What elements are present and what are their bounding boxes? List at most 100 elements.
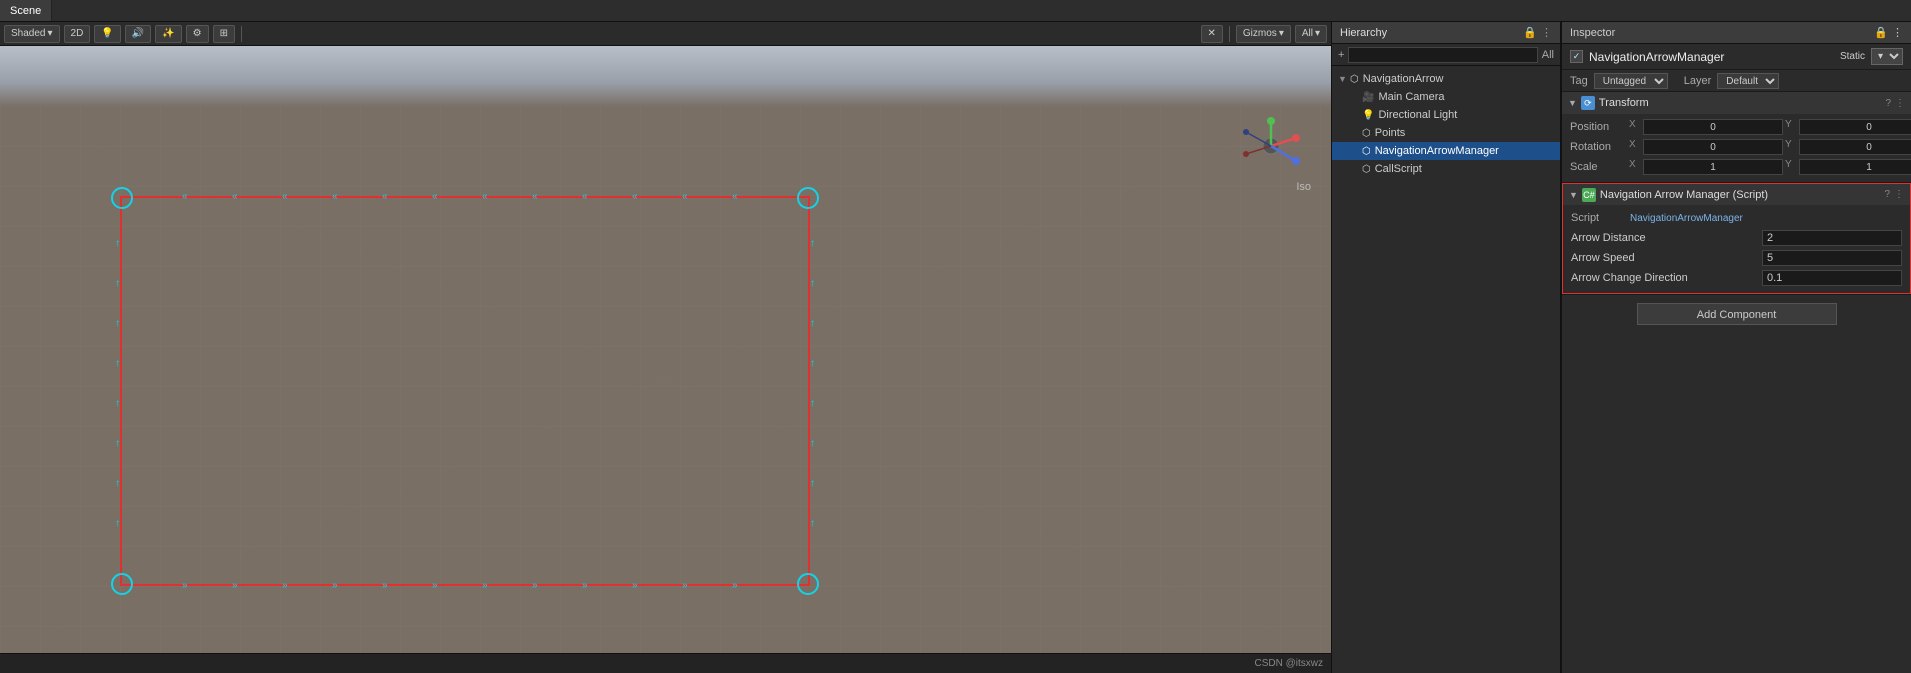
transform-body: Position X Y Z Rotation X [1562,114,1911,182]
script-component-header[interactable]: ▼ C# Navigation Arrow Manager (Script) ?… [1562,183,1911,205]
points-obj-icon: ⬡ [1362,128,1371,139]
gizmo-widget[interactable] [1241,116,1301,176]
pos-y-input[interactable] [1799,119,1911,135]
hierarchy-search-input[interactable] [1348,47,1537,63]
tree-item-nav-arrow-manager[interactable]: ⬡ NavigationArrowManager [1332,142,1560,160]
bottom-left-circle [111,573,133,595]
left-arrow-4: ↑ [115,358,120,369]
top-arrow-6: « [432,191,438,202]
hierarchy-all-btn[interactable]: All [1542,49,1554,61]
inspector-lock-icon[interactable]: 🔒 [1874,26,1888,39]
hierarchy-toolbar: + All [1332,44,1560,66]
bot-arrow-5: » [382,580,388,591]
audio-icon-btn[interactable]: 🔊 [125,25,151,43]
arrow-speed-input[interactable] [1762,250,1902,266]
left-arrow-5: ↑ [115,398,120,409]
script-value-text[interactable]: NavigationArrowManager [1630,213,1743,224]
rotation-row: Rotation X Y Z [1570,138,1903,156]
tree-item-points[interactable]: ⬡ Points [1332,124,1560,142]
rotation-fields: X Y Z [1629,139,1911,155]
hierarchy-header: Hierarchy 🔒 ⋮ [1332,22,1560,44]
main-camera-name: Main Camera [1378,91,1444,103]
2d-toggle[interactable]: 2D [64,25,91,43]
scene-viewport[interactable]: « « « « « « « « « « « « » » » » [0,46,1331,653]
scale-y-label: Y [1785,159,1797,175]
close-icon-btn[interactable]: ✕ [1201,25,1223,43]
transform-header[interactable]: ▼ ⟳ Transform ? ⋮ [1562,92,1911,114]
static-label: Static [1840,51,1865,62]
gizmos-dropdown[interactable]: Gizmos ▾ [1236,25,1291,43]
arrow-distance-row: Arrow Distance [1571,229,1902,247]
transform-expand-icon: ▼ [1568,98,1577,108]
scene-tab[interactable]: Scene [0,0,52,21]
rot-x-input[interactable] [1643,139,1783,155]
top-arrow-5: « [382,191,388,202]
scale-y-input[interactable] [1799,159,1911,175]
bot-arrow-7: » [482,580,488,591]
hierarchy-menu-icon[interactable]: ⋮ [1541,26,1552,39]
light-obj-icon: 💡 [1362,110,1374,121]
arrow-speed-label: Arrow Speed [1571,252,1758,264]
inspector-header-icons: 🔒 ⋮ [1874,26,1903,39]
tree-item-main-camera[interactable]: 🎥 Main Camera [1332,88,1560,106]
all-dropdown[interactable]: All ▾ [1295,25,1327,43]
pos-x-input[interactable] [1643,119,1783,135]
arrow-speed-row: Arrow Speed [1571,249,1902,267]
grid-icon-btn[interactable]: ⊞ [213,25,235,43]
rot-y-label: Y [1785,139,1797,155]
iso-label: Iso [1296,181,1311,193]
nav-arrow-obj-icon: ⬡ [1350,74,1359,85]
arrow-change-dir-input[interactable] [1762,270,1902,286]
expand-nav-arrow-icon: ▼ [1338,74,1350,84]
right-arrow-8: ↑ [810,518,815,529]
all-label: All [1302,28,1313,39]
top-arrow-8: « [532,191,538,202]
layer-select[interactable]: Default [1717,73,1779,89]
pos-y-label: Y [1785,119,1797,135]
arrow-distance-input[interactable] [1762,230,1902,246]
camera-obj-icon: 🎥 [1362,92,1374,103]
lighting-icon-btn[interactable]: 💡 [94,25,120,43]
shading-dropdown[interactable]: Shaded ▾ [4,25,60,43]
stats-icon-btn[interactable]: ⚙ [186,25,209,43]
left-arrow-8: ↑ [115,518,120,529]
static-dropdown[interactable]: ▾ [1871,48,1903,65]
bot-arrow-8: » [532,580,538,591]
object-active-checkbox[interactable]: ✓ [1570,50,1583,63]
tree-item-dir-light[interactable]: 💡 Directional Light [1332,106,1560,124]
top-arrow-2: « [232,191,238,202]
callscript-obj-icon: ⬡ [1362,164,1371,175]
hierarchy-plus-btn[interactable]: + [1338,49,1344,61]
add-component-button[interactable]: Add Component [1637,303,1837,325]
hierarchy-lock-icon[interactable]: 🔒 [1523,26,1537,39]
call-script-name: CallScript [1375,163,1422,175]
rot-y-input[interactable] [1799,139,1911,155]
top-arrow-1: « [182,191,188,202]
inspector-menu-icon[interactable]: ⋮ [1892,26,1903,39]
inspector-title: Inspector [1570,27,1615,39]
script-help-icon[interactable]: ? [1884,189,1890,200]
tag-select[interactable]: Untagged [1594,73,1668,89]
top-tabbar: Scene [0,0,1911,22]
gizmo-svg [1241,116,1301,176]
toolbar-sep-1 [241,26,242,42]
scene-sky [0,46,1331,106]
object-name-input[interactable] [1589,50,1834,64]
transform-menu-icon[interactable]: ⋮ [1895,98,1905,109]
script-field-label: Script [1571,212,1626,224]
nav-arrow-manager-name: NavigationArrowManager [1375,145,1499,157]
toolbar-sep-2 [1229,26,1230,42]
position-label: Position [1570,121,1625,133]
tag-label: Tag [1570,75,1588,87]
script-menu-icon[interactable]: ⋮ [1894,189,1904,200]
points-name: Points [1375,127,1406,139]
transform-help-icon[interactable]: ? [1885,98,1891,109]
scale-x-input[interactable] [1643,159,1783,175]
pos-x-label: X [1629,119,1641,135]
2d-label: 2D [71,28,84,39]
scene-tab-label: Scene [10,5,41,17]
top-arrow-9: « [582,191,588,202]
tree-item-call-script[interactable]: ⬡ CallScript [1332,160,1560,178]
tree-item-nav-arrow[interactable]: ▼ ⬡ NavigationArrow [1332,70,1560,88]
effects-icon-btn[interactable]: ✨ [155,25,181,43]
